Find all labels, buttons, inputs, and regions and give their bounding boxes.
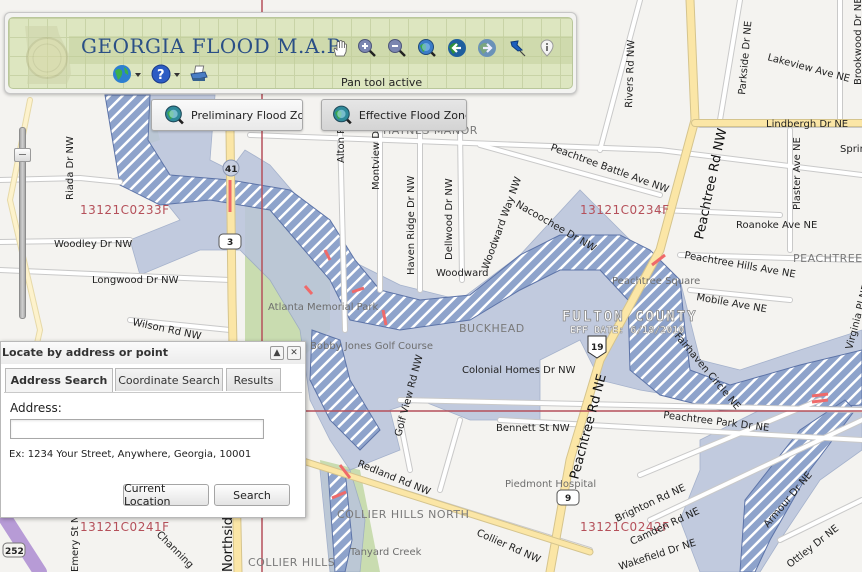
svg-text:Woodley Dr NW: Woodley Dr NW (54, 239, 132, 250)
svg-text:Haven Ridge Dr NW: Haven Ridge Dr NW (406, 176, 417, 275)
globe-icon (113, 65, 131, 83)
route-shield-3: 3 (218, 233, 242, 250)
zoom-slider-thumb[interactable] (14, 148, 31, 162)
poi-label: Atlanta Memorial Park (268, 302, 378, 313)
back-arrow-icon (448, 39, 466, 57)
address-input[interactable] (10, 419, 264, 439)
basemap-dropdown-arrow[interactable] (135, 73, 141, 77)
toolbar-background: GEORGIA FLOOD M.A.P. ? Pan tool active (8, 17, 573, 89)
locate-panel-title: Locate by address or point (2, 346, 169, 359)
poi-label: Piedmont Hospital (505, 479, 596, 490)
pushpin-button[interactable] (506, 37, 528, 59)
minimize-button[interactable]: ▲ (270, 346, 284, 360)
pan-tool-button[interactable] (329, 37, 351, 59)
poi-label: Tanyard Creek (349, 547, 422, 558)
neighborhood-label: COLLIER HILLS (248, 556, 335, 569)
address-hint: Ex: 1234 Your Street, Anywhere, Georgia,… (9, 449, 252, 460)
pushpin-icon (510, 40, 526, 57)
svg-text:Riada Dr NW: Riada Dr NW (65, 136, 76, 200)
panel-label: 13121C0234F (580, 203, 670, 217)
close-button[interactable]: ✕ (287, 346, 301, 360)
svg-text:9: 9 (565, 494, 571, 504)
effective-flood-zone-button[interactable]: Effective Flood Zone (321, 99, 467, 131)
app-title: GEORGIA FLOOD M.A.P. (81, 34, 344, 58)
effective-flood-zone-label: Effective Flood Zone (358, 108, 466, 122)
basemap-button[interactable] (111, 63, 133, 85)
svg-text:Spring: Spring (840, 144, 862, 155)
tab-address-search[interactable]: Address Search (5, 368, 113, 392)
panel-label: 13121C0233F (80, 203, 170, 217)
zoom-out-button[interactable] (386, 37, 408, 59)
georgia-seal-logo (25, 26, 71, 84)
panel-label: 13121C0241F (80, 520, 170, 534)
identify-button[interactable] (536, 37, 558, 59)
svg-text:Woodward: Woodward (436, 268, 488, 279)
svg-text:41: 41 (225, 165, 238, 175)
svg-text:19: 19 (591, 343, 604, 353)
svg-text:Colonial Homes Dr NW: Colonial Homes Dr NW (462, 365, 576, 376)
globe-magnifier-icon (165, 105, 184, 125)
tab-results[interactable]: Results (226, 368, 281, 391)
zoom-in-button[interactable] (356, 37, 378, 59)
globe-magnifier-icon (418, 39, 436, 57)
route-shield-252: 252 (2, 542, 26, 558)
locate-panel: Locate by address or point ▲ ✕ Address S… (0, 341, 306, 518)
poi-label: Peachtree Square (612, 276, 700, 287)
neighborhood-label: BUCKHEAD (459, 322, 525, 335)
neighborhood-label: COLLIER HILLS NORTH (337, 508, 469, 521)
svg-text:?: ? (157, 68, 165, 83)
zoom-in-icon (358, 39, 376, 57)
route-shield-41: 41 (222, 159, 240, 177)
main-toolbar: GEORGIA FLOOD M.A.P. ? Pan tool active (4, 12, 577, 94)
address-search-form: Address: Ex: 1234 Your Street, Anywhere,… (4, 392, 302, 514)
svg-text:Plaster Ave NE: Plaster Ave NE (792, 137, 803, 210)
preliminary-flood-zone-label: Preliminary Flood Zoı (191, 108, 302, 122)
svg-text:252: 252 (5, 547, 24, 557)
svg-text:Longwood Dr NW: Longwood Dr NW (92, 275, 179, 286)
info-icon (540, 39, 554, 57)
help-dropdown-arrow[interactable] (174, 73, 180, 77)
globe-magnifier-icon (333, 105, 352, 125)
preliminary-flood-zone-button[interactable]: Preliminary Flood Zoı (151, 99, 303, 131)
svg-text:Brookwood Dr NE: Brookwood Dr NE (853, 0, 862, 85)
search-button[interactable]: Search (214, 484, 290, 506)
tool-status-text: Pan tool active (341, 76, 423, 89)
printer-icon (190, 65, 208, 81)
county-eff-date: EFF DATE: 6/18/2010 (570, 325, 684, 336)
full-extent-button[interactable] (416, 37, 438, 59)
svg-text:3: 3 (227, 238, 233, 248)
locate-panel-header: Locate by address or point ▲ ✕ (1, 342, 305, 364)
route-shield-9: 9 (556, 489, 580, 506)
neighborhood-label: PEACHTREE H (793, 252, 862, 265)
forward-arrow-icon (478, 39, 496, 57)
print-button[interactable] (188, 63, 210, 85)
svg-text:Lindbergh Dr NE: Lindbergh Dr NE (766, 119, 848, 130)
address-label: Address: (10, 401, 62, 415)
current-location-button[interactable]: Current Location (123, 482, 209, 508)
next-extent-button[interactable] (476, 37, 498, 59)
hand-icon (333, 40, 347, 57)
svg-text:Bennett St NW: Bennett St NW (496, 423, 570, 434)
svg-text:Roanoke Ave NE: Roanoke Ave NE (736, 220, 817, 231)
help-icon: ? (151, 64, 171, 84)
help-button[interactable]: ? (150, 63, 172, 85)
tab-coordinate-search[interactable]: Coordinate Search (115, 368, 223, 391)
svg-text:Montview Dr: Montview Dr (371, 126, 382, 190)
county-label: FULTON COUNTY (562, 309, 698, 325)
zoom-out-icon (388, 39, 406, 57)
previous-extent-button[interactable] (446, 37, 468, 59)
poi-label: Bobby Jones Golf Course (310, 341, 433, 352)
svg-text:Dellwood Dr NW: Dellwood Dr NW (444, 178, 455, 260)
